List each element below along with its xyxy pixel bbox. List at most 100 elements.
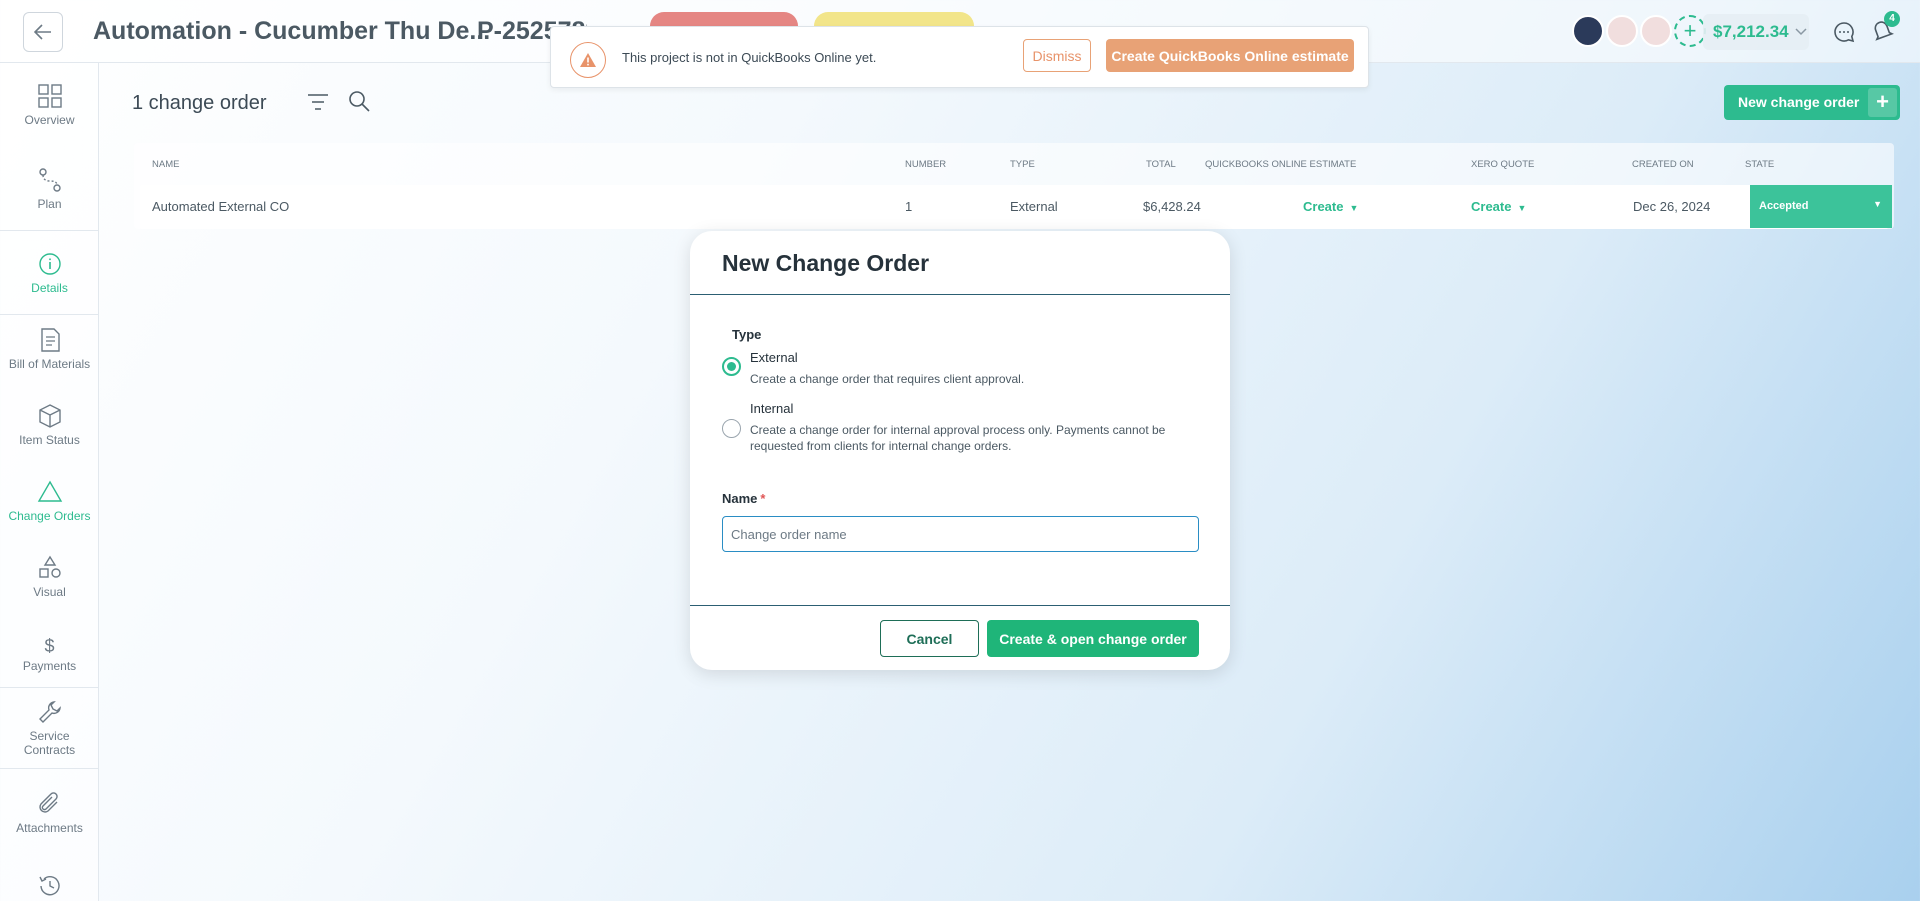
divider	[0, 687, 99, 688]
sidebar-item-label: Payments	[22, 659, 77, 673]
wrench-icon	[38, 701, 61, 723]
name-label-text: Name	[722, 491, 758, 506]
sidebar-item-label: Service Contracts	[23, 729, 76, 757]
state-dropdown[interactable]: Accepted ▼	[1750, 185, 1892, 228]
sidebar-item-overview[interactable]: Overview	[0, 83, 99, 127]
change-order-name-input[interactable]	[722, 516, 1199, 552]
banner-message: This project is not in QuickBooks Online…	[622, 50, 877, 65]
balance-dropdown[interactable]: $7,212.34	[1703, 14, 1809, 50]
option-external-desc: Create a change order that requires clie…	[750, 372, 1025, 386]
co-total: $6,428.24	[1143, 199, 1201, 214]
sidebar-item-item-status[interactable]: Item Status	[0, 403, 99, 447]
change-orders-table: Name Number Type Total QuickBooks Online…	[134, 143, 1894, 229]
avatar[interactable]	[1640, 15, 1672, 47]
grid-icon	[37, 84, 62, 108]
notification-badge: 4	[1884, 11, 1900, 27]
plan-icon	[38, 168, 61, 192]
sidebar-item-label: Visual	[33, 585, 66, 599]
divider	[690, 605, 1230, 606]
history-icon	[38, 876, 60, 896]
new-change-order-button[interactable]: New change order +	[1724, 85, 1900, 120]
dismiss-button[interactable]: Dismiss	[1023, 39, 1091, 72]
filter-icon[interactable]	[306, 91, 330, 113]
avatar[interactable]	[1606, 15, 1638, 47]
divider	[0, 314, 99, 315]
avatar[interactable]	[1572, 15, 1604, 47]
column-header[interactable]: State	[1745, 159, 1774, 170]
option-external-title[interactable]: External	[750, 350, 798, 365]
co-number: 1	[905, 199, 913, 214]
xero-create-dropdown[interactable]: Create ▼	[1471, 199, 1526, 214]
sidebar-item-bill-of-materials[interactable]: Bill of Materials	[0, 327, 99, 371]
option-internal-desc: Create a change order for internal appro…	[750, 423, 1166, 453]
sidebar-item-details[interactable]: Details	[0, 251, 99, 295]
type-label: Type	[732, 327, 762, 342]
column-header[interactable]: QuickBooks Online Estimate	[1205, 159, 1356, 170]
create-qbo-estimate-button[interactable]: Create QuickBooks Online estimate	[1106, 39, 1354, 72]
info-icon	[38, 253, 61, 275]
add-member-button[interactable]: +	[1674, 15, 1706, 47]
create-open-change-order-button[interactable]: Create & open change order	[987, 620, 1199, 657]
column-header[interactable]: Total	[1146, 159, 1176, 170]
required-mark: *	[760, 491, 766, 506]
xero-create-label: Create	[1471, 199, 1512, 214]
co-type: External	[1010, 199, 1058, 214]
column-header[interactable]: Name	[152, 159, 179, 170]
triangle-icon	[37, 480, 62, 502]
qbo-create-dropdown[interactable]: Create ▼	[1303, 199, 1358, 214]
sidebar-item-plan[interactable]: Plan	[0, 167, 99, 211]
sidebar-item-visual[interactable]: Visual	[0, 555, 99, 599]
paperclip-icon	[38, 792, 58, 813]
divider	[690, 294, 1230, 295]
co-created-on: Dec 26, 2024	[1633, 199, 1711, 214]
sidebar-item-label: Overview	[24, 113, 75, 127]
arrow-left-icon	[34, 24, 51, 40]
qbo-create-label: Create	[1303, 199, 1344, 214]
column-header[interactable]: Xero Quote	[1471, 159, 1534, 170]
plus-icon: +	[1868, 88, 1897, 117]
sidebar-item-attachments[interactable]: Attachments	[0, 791, 99, 835]
cancel-button[interactable]: Cancel	[880, 620, 979, 657]
caret-down-icon: ▼	[1349, 203, 1359, 213]
sidebar-item-label: Plan	[37, 197, 62, 211]
quickbooks-banner: This project is not in QuickBooks Online…	[550, 26, 1369, 88]
button-label: New change order	[1738, 94, 1860, 110]
search-icon[interactable]	[347, 89, 371, 113]
caret-down-icon: ▼	[1873, 199, 1882, 209]
chat-icon[interactable]	[1832, 20, 1856, 44]
sidebar-item-label: Change Orders	[8, 509, 91, 523]
sidebar-item-label: Attachments	[16, 821, 83, 835]
radio-internal[interactable]	[722, 419, 741, 438]
balance-value: $7,212.34	[1713, 22, 1789, 41]
sidebar: Overview Plan Details Bill of Materials …	[0, 63, 99, 901]
table-row[interactable]: Automated External CO 1 External $6,428.…	[140, 185, 1888, 229]
sidebar-item-label: Details	[31, 281, 68, 295]
sidebar-item-change-orders[interactable]: Change Orders	[0, 479, 99, 523]
column-header[interactable]: Created On	[1632, 159, 1694, 170]
box-icon	[38, 404, 61, 428]
project-title: Automation - Cucumber Thu De...	[93, 17, 491, 45]
name-label: Name *	[722, 491, 765, 506]
back-button[interactable]	[23, 12, 63, 52]
state-label: Accepted	[1759, 200, 1809, 212]
new-change-order-modal: New Change Order Type External Create a …	[690, 231, 1230, 670]
sidebar-item-service-contracts[interactable]: Service Contracts	[0, 699, 99, 757]
co-name[interactable]: Automated External CO	[152, 199, 289, 214]
radio-external[interactable]	[722, 357, 741, 376]
chevron-down-icon	[1795, 28, 1807, 36]
option-internal-title[interactable]: Internal	[750, 401, 793, 416]
sidebar-item-label: Item Status	[19, 433, 80, 447]
sidebar-item-history[interactable]	[0, 873, 99, 901]
warning-icon	[570, 42, 606, 78]
divider	[0, 768, 99, 769]
document-icon	[40, 328, 60, 352]
column-header[interactable]: Type	[1010, 159, 1035, 170]
shapes-icon	[38, 555, 61, 578]
divider	[0, 230, 99, 231]
caret-down-icon: ▼	[1517, 203, 1527, 213]
team-avatars: +	[1572, 15, 1706, 47]
column-header[interactable]: Number	[905, 159, 946, 170]
dollar-icon: $	[44, 636, 55, 656]
sidebar-item-payments[interactable]: $ Payments	[0, 633, 99, 673]
sidebar-item-label: Bill of Materials	[8, 357, 91, 371]
